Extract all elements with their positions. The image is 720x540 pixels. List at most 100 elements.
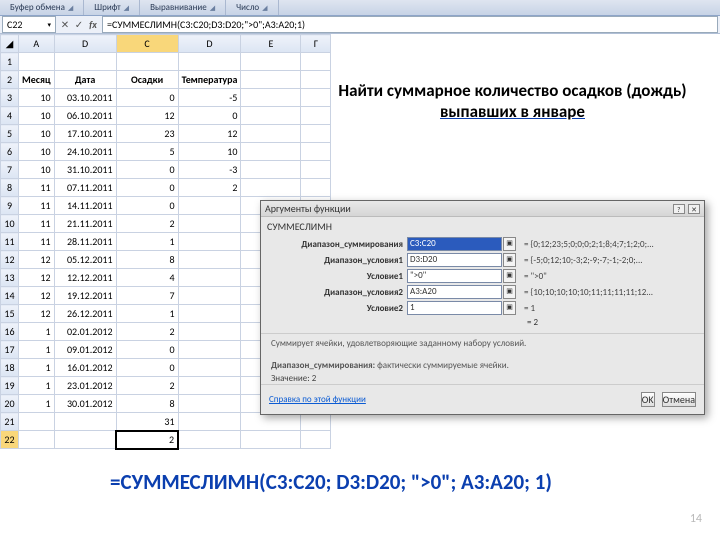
cell[interactable]: 10 xyxy=(178,143,241,161)
popout-icon[interactable]: ◢ xyxy=(124,3,129,12)
cell[interactable]: 1 xyxy=(19,323,55,341)
cell[interactable]: 02.01.2012 xyxy=(54,323,116,341)
row-header[interactable]: 18 xyxy=(1,359,19,377)
cell[interactable]: 14.11.2011 xyxy=(54,197,116,215)
col-header[interactable]: Г xyxy=(301,35,331,53)
cell[interactable]: 11 xyxy=(19,197,55,215)
cancel-button[interactable]: Отмена xyxy=(662,392,696,407)
cell[interactable] xyxy=(178,305,241,323)
arg-input[interactable]: ">0" xyxy=(407,269,502,283)
row-header[interactable]: 21 xyxy=(1,413,19,431)
cell[interactable]: 8 xyxy=(116,251,178,269)
cell[interactable]: 10 xyxy=(19,161,55,179)
cell[interactable] xyxy=(178,287,241,305)
cell[interactable]: 12.12.2011 xyxy=(54,269,116,287)
range-picker-icon[interactable]: ▣ xyxy=(503,237,516,251)
cell[interactable]: 26.12.2011 xyxy=(54,305,116,323)
cell[interactable]: 12 xyxy=(19,269,55,287)
cell[interactable]: 10 xyxy=(19,143,55,161)
cell[interactable]: 1 xyxy=(19,395,55,413)
cell[interactable]: 1 xyxy=(116,233,178,251)
row-header[interactable]: 3 xyxy=(1,89,19,107)
select-all[interactable]: ◢ xyxy=(1,35,19,53)
cell[interactable]: 7 xyxy=(116,287,178,305)
popout-icon[interactable]: ◢ xyxy=(210,3,215,12)
cell[interactable]: -3 xyxy=(178,161,241,179)
cell[interactable]: 0 xyxy=(116,341,178,359)
cell[interactable]: 12 xyxy=(19,287,55,305)
ribbon-group-number[interactable]: Число◢ xyxy=(226,0,278,15)
cell[interactable] xyxy=(178,341,241,359)
cell[interactable]: 05.12.2011 xyxy=(54,251,116,269)
cell[interactable] xyxy=(178,395,241,413)
row-header[interactable]: 5 xyxy=(1,125,19,143)
col-header[interactable]: E xyxy=(241,35,301,53)
cell[interactable]: 10 xyxy=(19,125,55,143)
cell[interactable] xyxy=(178,251,241,269)
cell[interactable]: 10 xyxy=(19,89,55,107)
row-header[interactable]: 12 xyxy=(1,251,19,269)
name-box[interactable]: C22▾ xyxy=(2,16,56,33)
help-link[interactable]: Справка по этой функции xyxy=(269,394,366,405)
row-header[interactable]: 16 xyxy=(1,323,19,341)
cell[interactable]: 19.12.2011 xyxy=(54,287,116,305)
cell[interactable]: 2 xyxy=(116,215,178,233)
cell[interactable]: 09.01.2012 xyxy=(54,341,116,359)
formula-input[interactable]: =СУММЕСЛИМН(C3:C20;D3:D20;">0";A3:A20;1) xyxy=(102,16,718,33)
cell[interactable] xyxy=(178,215,241,233)
cell[interactable]: 2 xyxy=(116,377,178,395)
cell[interactable]: 0 xyxy=(178,107,241,125)
range-picker-icon[interactable]: ▣ xyxy=(503,285,516,299)
active-cell[interactable]: 2 xyxy=(116,431,178,449)
popout-icon[interactable]: ◢ xyxy=(68,3,73,12)
close-icon[interactable]: ✕ xyxy=(688,204,700,214)
cell[interactable]: 12 xyxy=(19,305,55,323)
cell[interactable]: Осадки xyxy=(116,71,178,89)
arg-input[interactable]: 1 xyxy=(407,301,502,315)
cell[interactable]: 0 xyxy=(116,359,178,377)
cell[interactable]: Температура xyxy=(178,71,241,89)
row-header[interactable]: 15 xyxy=(1,305,19,323)
cell[interactable]: 23.01.2012 xyxy=(54,377,116,395)
cell[interactable]: 1 xyxy=(19,359,55,377)
row-header[interactable]: 7 xyxy=(1,161,19,179)
row-header[interactable]: 20 xyxy=(1,395,19,413)
cell[interactable] xyxy=(178,323,241,341)
cancel-formula-icon[interactable]: ✕ xyxy=(58,18,72,31)
row-header[interactable]: 22 xyxy=(1,431,19,449)
range-picker-icon[interactable]: ▣ xyxy=(503,301,516,315)
col-header[interactable]: D xyxy=(178,35,241,53)
cell[interactable]: Месяц xyxy=(19,71,55,89)
function-arguments-dialog[interactable]: Аргументы функции ? ✕ СУММЕСЛИМН Диапазо… xyxy=(260,200,705,415)
arg-input[interactable]: C3:C20 xyxy=(407,237,502,251)
col-header[interactable]: A xyxy=(19,35,55,53)
cell[interactable]: 30.01.2012 xyxy=(54,395,116,413)
row-header[interactable]: 11 xyxy=(1,233,19,251)
cell[interactable]: 16.01.2012 xyxy=(54,359,116,377)
cell[interactable] xyxy=(178,359,241,377)
col-header[interactable]: D xyxy=(54,35,116,53)
arg-input[interactable]: A3:A20 xyxy=(407,285,502,299)
row-header[interactable]: 19 xyxy=(1,377,19,395)
cell[interactable]: 06.10.2011 xyxy=(54,107,116,125)
arg-input[interactable]: D3:D20 xyxy=(407,253,502,267)
cell[interactable] xyxy=(178,269,241,287)
row-header[interactable]: 1 xyxy=(1,53,19,71)
row-header[interactable]: 10 xyxy=(1,215,19,233)
cell[interactable]: 2 xyxy=(178,179,241,197)
cell[interactable]: 2 xyxy=(116,323,178,341)
cell[interactable] xyxy=(178,377,241,395)
cell[interactable]: 12 xyxy=(116,107,178,125)
cell[interactable]: 1 xyxy=(19,377,55,395)
row-header[interactable]: 6 xyxy=(1,143,19,161)
row-header[interactable]: 4 xyxy=(1,107,19,125)
cell[interactable]: 12 xyxy=(19,251,55,269)
fx-icon[interactable]: fx xyxy=(86,18,100,31)
row-header[interactable]: 13 xyxy=(1,269,19,287)
ribbon-group-font[interactable]: Шрифт◢ xyxy=(84,0,140,15)
cell[interactable]: 24.10.2011 xyxy=(54,143,116,161)
cell[interactable]: 1 xyxy=(116,305,178,323)
cell[interactable]: 0 xyxy=(116,197,178,215)
accept-formula-icon[interactable]: ✓ xyxy=(72,18,86,31)
range-picker-icon[interactable]: ▣ xyxy=(503,253,516,267)
